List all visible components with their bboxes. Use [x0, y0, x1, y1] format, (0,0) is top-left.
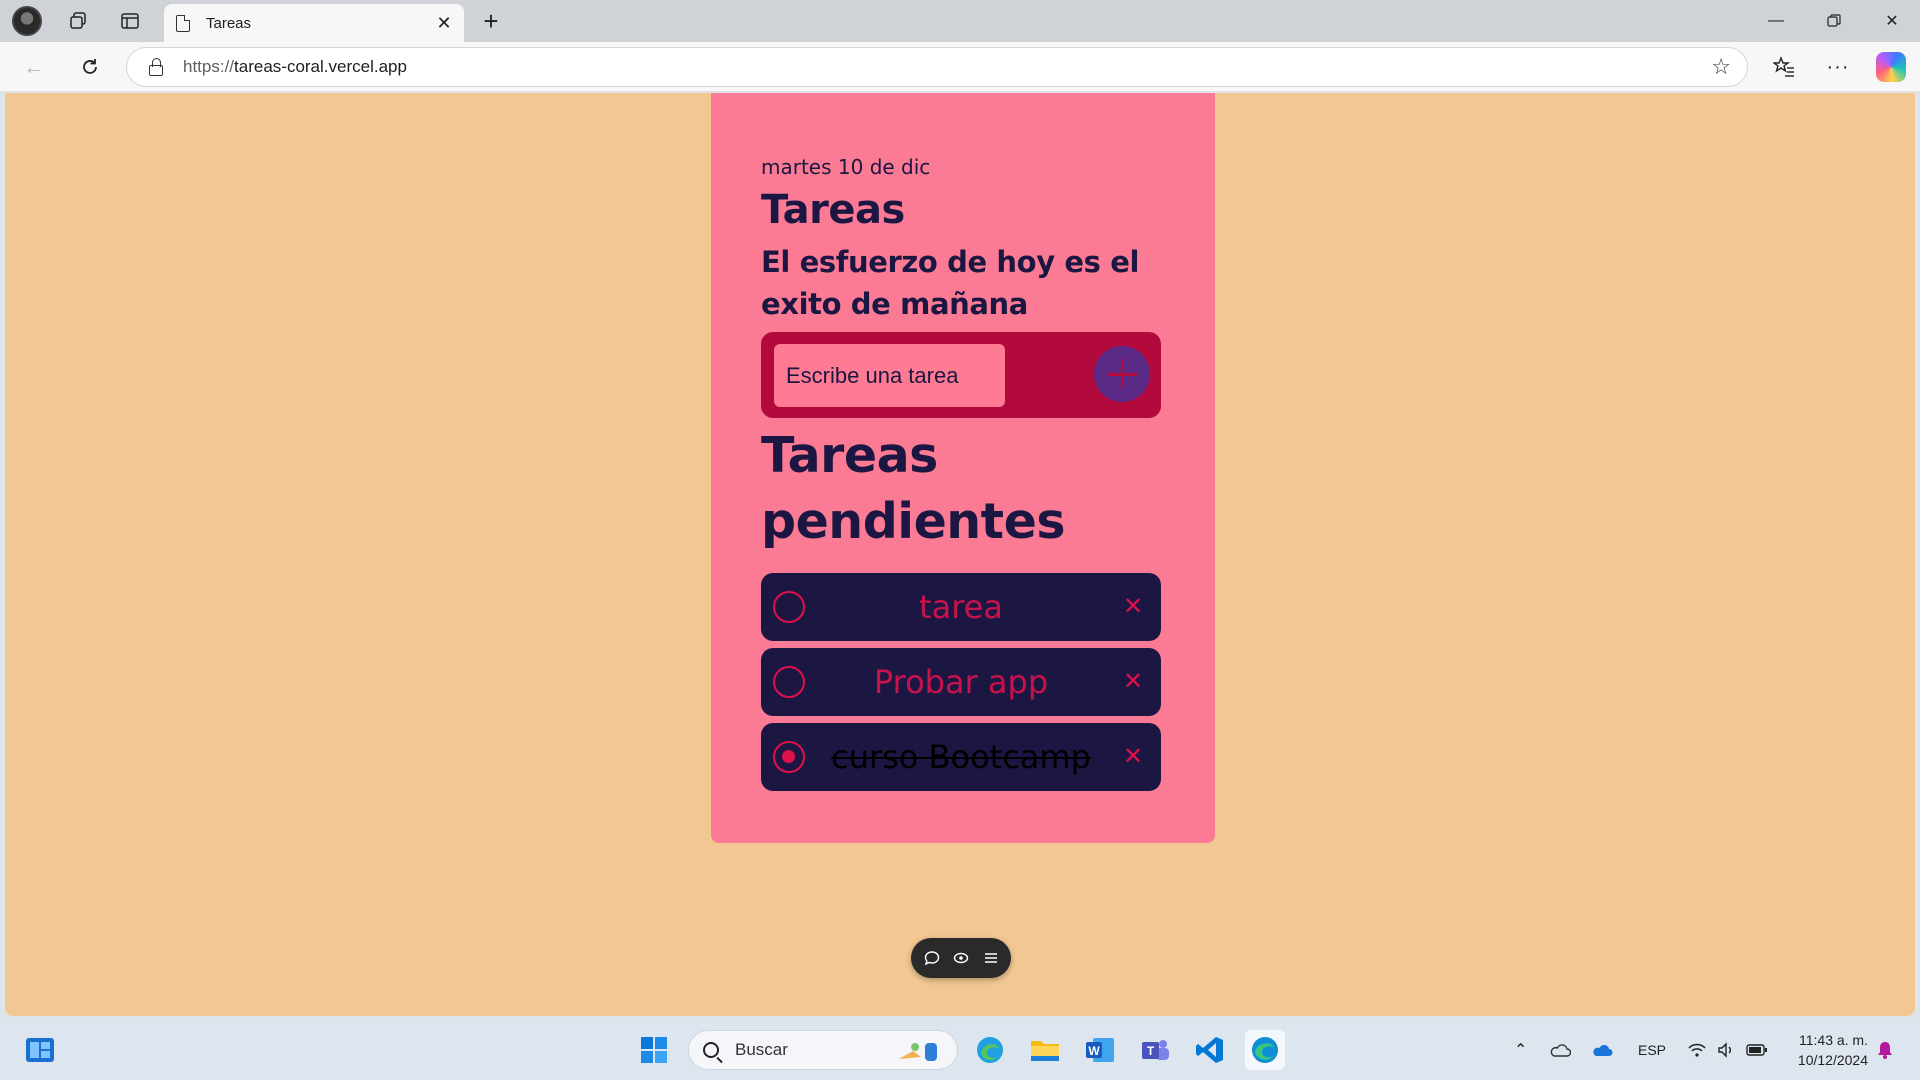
task-item: tarea ✕ — [761, 573, 1161, 641]
battery-icon[interactable] — [1740, 1030, 1774, 1070]
clock-date: 10/12/2024 — [1797, 1052, 1868, 1068]
add-task-button[interactable] — [1094, 346, 1150, 402]
workspaces-icon[interactable] — [62, 5, 94, 37]
taskbar-search[interactable]: Buscar — [688, 1030, 958, 1070]
delete-task-icon[interactable]: ✕ — [1121, 668, 1145, 696]
search-highlight-icon — [899, 1043, 937, 1061]
svg-text:T: T — [1147, 1044, 1155, 1058]
task-text-completed[interactable]: curso Bootcamp — [817, 723, 1105, 791]
favorite-star-icon[interactable]: ☆ — [1711, 54, 1731, 80]
close-window-icon[interactable]: ✕ — [1864, 0, 1920, 42]
windows-taskbar: Buscar W T ⌃ ESP 11:43 a. m. 10/12/2024 — [0, 1020, 1920, 1080]
task-item: Probar app ✕ — [761, 648, 1161, 716]
search-icon — [703, 1042, 719, 1058]
visibility-icon[interactable] — [952, 949, 970, 967]
task-input[interactable] — [774, 344, 1005, 407]
onedrive-icon[interactable] — [1584, 1030, 1620, 1070]
add-task-form — [761, 332, 1161, 418]
vertical-tabs-icon[interactable] — [114, 5, 146, 37]
page-viewport: martes 10 de dic Tareas El esfuerzo de h… — [5, 93, 1915, 1016]
task-text[interactable]: Probar app — [817, 648, 1105, 716]
close-tab-icon[interactable]: ✕ — [430, 9, 458, 37]
todo-card: martes 10 de dic Tareas El esfuerzo de h… — [711, 93, 1215, 843]
copilot-icon[interactable] — [1876, 52, 1906, 82]
list-menu-icon[interactable] — [982, 949, 1000, 967]
task-checkbox-checked[interactable] — [773, 741, 805, 773]
minimize-icon[interactable]: — — [1748, 0, 1804, 42]
reload-icon[interactable] — [74, 51, 106, 83]
motto-text: El esfuerzo de hoy es el exito de mañana — [761, 245, 1140, 321]
restore-icon[interactable] — [1806, 0, 1862, 42]
edge-icon[interactable] — [1245, 1030, 1285, 1070]
app-title: Tareas — [761, 187, 905, 233]
task-item: curso Bootcamp ✕ — [761, 723, 1161, 791]
language-indicator[interactable]: ESP — [1638, 1042, 1666, 1058]
profile-avatar[interactable] — [12, 6, 42, 36]
task-list: tarea ✕ Probar app ✕ curso Bootcamp ✕ — [761, 573, 1161, 798]
current-date: martes 10 de dic — [761, 155, 931, 179]
back-icon[interactable]: ← — [18, 51, 50, 83]
lock-icon[interactable] — [149, 57, 163, 76]
new-tab-button[interactable]: + — [476, 6, 506, 36]
pending-title: Tareas pendientes — [761, 427, 1066, 550]
favorites-icon[interactable] — [1768, 51, 1800, 83]
wifi-icon[interactable] — [1680, 1030, 1714, 1070]
task-checkbox[interactable] — [773, 591, 805, 623]
edge-beta-icon[interactable] — [970, 1030, 1010, 1070]
delete-task-icon[interactable]: ✕ — [1121, 743, 1145, 771]
address-bar[interactable]: https://tareas-coral.vercel.app ☆ — [126, 47, 1748, 87]
widgets-icon[interactable] — [20, 1030, 60, 1070]
onedrive-sync-icon[interactable] — [1542, 1030, 1578, 1070]
browser-tab-bar: Tareas ✕ + — ✕ — [0, 0, 1920, 42]
comment-icon[interactable] — [923, 949, 941, 967]
floating-toolbar — [911, 938, 1011, 978]
notification-bell-icon[interactable] — [1868, 1030, 1902, 1070]
tab-tareas[interactable]: Tareas ✕ — [164, 4, 464, 42]
word-icon[interactable]: W — [1080, 1030, 1120, 1070]
more-menu-icon[interactable]: ··· — [1822, 51, 1854, 83]
start-icon[interactable] — [634, 1030, 674, 1070]
show-hidden-icons-icon[interactable]: ⌃ — [1514, 1040, 1527, 1060]
url-text: https://tareas-coral.vercel.app — [183, 57, 407, 76]
task-checkbox[interactable] — [773, 666, 805, 698]
browser-toolbar: ← https://tareas-coral.vercel.app ☆ ··· — [0, 42, 1920, 92]
tab-title: Tareas — [206, 14, 252, 32]
task-text[interactable]: tarea — [817, 573, 1105, 641]
clock-time: 11:43 a. m. — [1798, 1032, 1868, 1048]
teams-icon[interactable]: T — [1135, 1030, 1175, 1070]
volume-icon[interactable] — [1710, 1030, 1744, 1070]
delete-task-icon[interactable]: ✕ — [1121, 593, 1145, 621]
vscode-icon[interactable] — [1190, 1030, 1230, 1070]
svg-text:W: W — [1088, 1044, 1100, 1058]
page-icon — [176, 14, 190, 32]
search-placeholder: Buscar — [735, 1040, 788, 1059]
file-explorer-icon[interactable] — [1025, 1030, 1065, 1070]
system-clock[interactable]: 11:43 a. m. 10/12/2024 — [1798, 1030, 1868, 1070]
